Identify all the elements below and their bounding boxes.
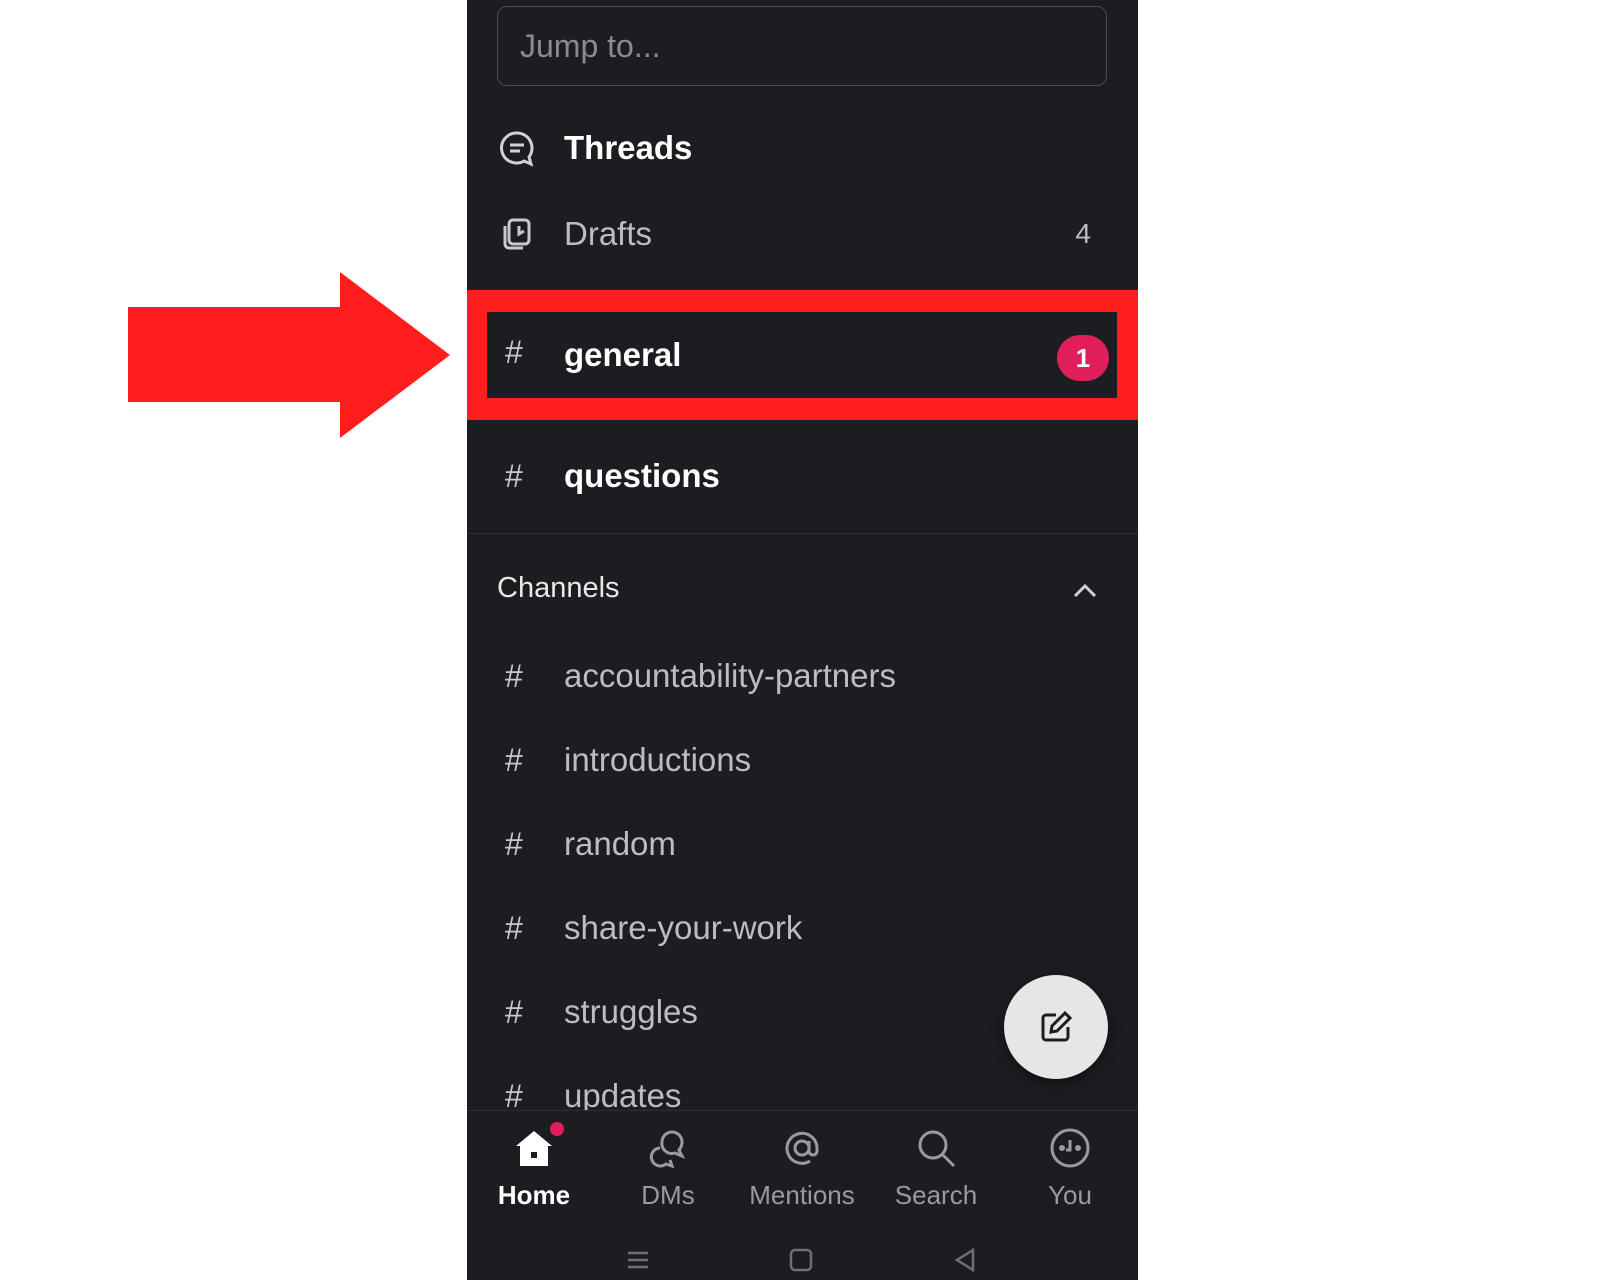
drafts-label: Drafts xyxy=(564,215,653,252)
channel-accountability-partners[interactable]: # accountability-partners xyxy=(467,636,1138,716)
tab-search[interactable]: Search xyxy=(869,1126,1003,1226)
channel-label: accountability-partners xyxy=(564,657,896,694)
channel-share-your-work[interactable]: # share-your-work xyxy=(467,888,1138,968)
tab-label: Search xyxy=(894,1180,978,1210)
jump-to-search[interactable]: Jump to... xyxy=(497,6,1107,86)
highlight-frame: # general 1 xyxy=(467,290,1138,420)
threads-item[interactable]: Threads xyxy=(467,108,1138,188)
chevron-up-icon[interactable] xyxy=(1070,578,1100,602)
divider xyxy=(467,533,1138,534)
mentions-icon xyxy=(780,1126,824,1170)
drafts-item[interactable]: Drafts 4 xyxy=(467,194,1138,274)
channel-hash-icon: # xyxy=(505,741,523,778)
channel-label: general xyxy=(564,336,682,373)
home-button-icon[interactable] xyxy=(787,1246,815,1274)
bottom-tab-bar: Home DMs Mentions Search You xyxy=(467,1110,1138,1241)
search-icon xyxy=(914,1126,958,1170)
channel-questions[interactable]: # questions xyxy=(467,436,1138,516)
recent-apps-icon[interactable] xyxy=(624,1246,652,1274)
tab-label: Home xyxy=(497,1180,571,1210)
channel-hash-icon: # xyxy=(505,909,523,946)
drafts-icon xyxy=(497,214,537,254)
you-icon xyxy=(1048,1126,1092,1170)
compose-button[interactable] xyxy=(1004,975,1108,1079)
channel-hash-icon: # xyxy=(505,334,523,370)
threads-icon xyxy=(497,128,537,168)
channel-label: introductions xyxy=(564,741,752,778)
threads-label: Threads xyxy=(564,129,693,166)
unread-badge: 1 xyxy=(1057,335,1109,381)
channel-random[interactable]: # random xyxy=(467,804,1138,884)
tab-you[interactable]: You xyxy=(1003,1126,1137,1226)
channel-hash-icon: # xyxy=(505,657,523,694)
slack-mobile-sidebar: Jump to... Threads Drafts 4 # general 1 xyxy=(467,0,1138,1280)
channel-hash-icon: # xyxy=(505,1077,523,1114)
tab-mentions[interactable]: Mentions xyxy=(735,1126,869,1226)
channel-label: questions xyxy=(564,457,720,494)
channel-label: random xyxy=(564,825,676,862)
channels-section-title[interactable]: Channels xyxy=(497,572,620,605)
home-notification-dot xyxy=(550,1122,564,1136)
tab-label: Mentions xyxy=(749,1180,855,1210)
channel-introductions[interactable]: # introductions xyxy=(467,720,1138,800)
back-icon[interactable] xyxy=(951,1246,979,1274)
tab-label: You xyxy=(1048,1180,1092,1210)
channel-label: struggles xyxy=(564,993,698,1030)
channel-general[interactable]: # general xyxy=(487,312,1117,398)
tab-dms[interactable]: DMs xyxy=(601,1126,735,1226)
home-icon xyxy=(512,1122,564,1170)
channel-label: share-your-work xyxy=(564,909,803,946)
channel-hash-icon: # xyxy=(505,993,523,1030)
tab-label: DMs xyxy=(641,1180,695,1210)
channel-hash-icon: # xyxy=(505,457,523,494)
system-navigation-bar xyxy=(467,1240,1138,1280)
channel-hash-icon: # xyxy=(505,825,523,862)
compose-icon xyxy=(1041,1010,1073,1042)
jump-to-placeholder: Jump to... xyxy=(520,27,661,64)
tab-home[interactable]: Home xyxy=(467,1122,601,1226)
dms-icon xyxy=(646,1126,690,1170)
drafts-count: 4 xyxy=(1075,218,1091,249)
